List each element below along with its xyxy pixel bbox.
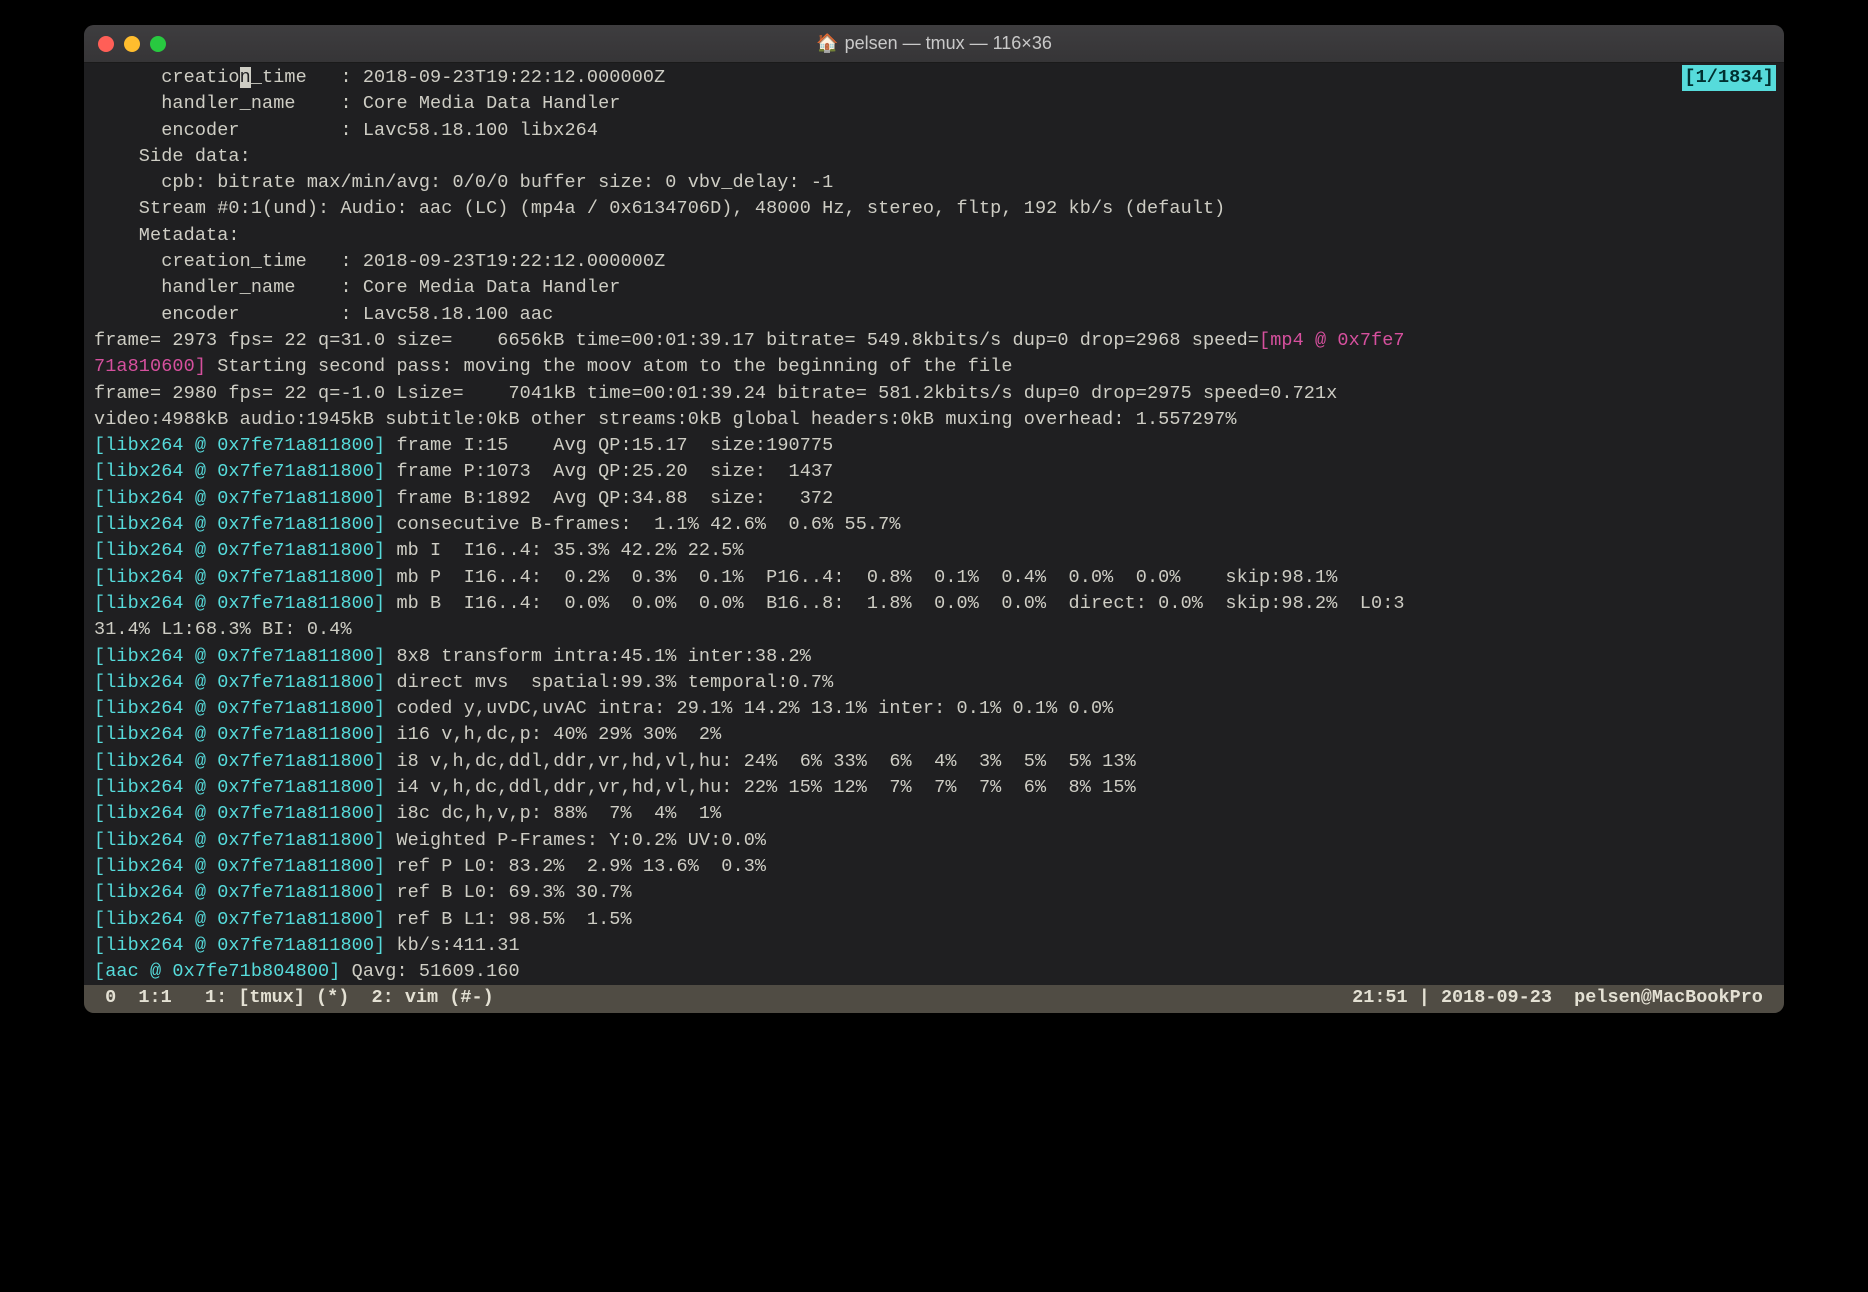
terminal-line: Side data: bbox=[84, 144, 1784, 170]
statusbar-right: 21:51 | 2018-09-23 pelsen@MacBookPro bbox=[1352, 985, 1774, 1011]
terminal-line: [libx264 @ 0x7fe71a811800] frame I:15 Av… bbox=[84, 433, 1784, 459]
window-controls bbox=[98, 36, 166, 52]
terminal-line: [libx264 @ 0x7fe71a811800] direct mvs sp… bbox=[84, 670, 1784, 696]
terminal-line: 31.4% L1:68.3% BI: 0.4% bbox=[84, 617, 1784, 643]
terminal-line: [libx264 @ 0x7fe71a811800] ref B L0: 69.… bbox=[84, 880, 1784, 906]
terminal-content[interactable]: [1/1834] creation_time : 2018-09-23T19:2… bbox=[84, 63, 1784, 985]
terminal-line: frame= 2980 fps= 22 q=-1.0 Lsize= 7041kB… bbox=[84, 381, 1784, 407]
terminal-line: [aac @ 0x7fe71b804800] Qavg: 51609.160 bbox=[84, 959, 1784, 985]
terminal-line: frame= 2973 fps= 22 q=31.0 size= 6656kB … bbox=[84, 328, 1784, 354]
statusbar-left: 0 1:1 1: [tmux] (*) 2: vim (#-) bbox=[94, 985, 1352, 1011]
close-icon[interactable] bbox=[98, 36, 114, 52]
titlebar: 🏠 pelsen — tmux — 116×36 bbox=[84, 25, 1784, 63]
maximize-icon[interactable] bbox=[150, 36, 166, 52]
terminal-line: [libx264 @ 0x7fe71a811800] i4 v,h,dc,ddl… bbox=[84, 775, 1784, 801]
terminal-line: [libx264 @ 0x7fe71a811800] i8c dc,h,v,p:… bbox=[84, 801, 1784, 827]
terminal-line: [libx264 @ 0x7fe71a811800] coded y,uvDC,… bbox=[84, 696, 1784, 722]
terminal-line: [libx264 @ 0x7fe71a811800] mb I I16..4: … bbox=[84, 538, 1784, 564]
terminal-line: [libx264 @ 0x7fe71a811800] kb/s:411.31 bbox=[84, 933, 1784, 959]
terminal-line: [libx264 @ 0x7fe71a811800] ref B L1: 98.… bbox=[84, 907, 1784, 933]
terminal-line: video:4988kB audio:1945kB subtitle:0kB o… bbox=[84, 407, 1784, 433]
tmux-statusbar: 0 1:1 1: [tmux] (*) 2: vim (#-) 21:51 | … bbox=[84, 985, 1784, 1012]
terminal-line: [libx264 @ 0x7fe71a811800] i8 v,h,dc,ddl… bbox=[84, 749, 1784, 775]
terminal-line: Metadata: bbox=[84, 223, 1784, 249]
terminal-line: [libx264 @ 0x7fe71a811800] frame P:1073 … bbox=[84, 459, 1784, 485]
terminal-line: Stream #0:1(und): Audio: aac (LC) (mp4a … bbox=[84, 196, 1784, 222]
terminal-line: [libx264 @ 0x7fe71a811800] i16 v,h,dc,p:… bbox=[84, 722, 1784, 748]
terminal-line: [libx264 @ 0x7fe71a811800] mb P I16..4: … bbox=[84, 565, 1784, 591]
window-title-text: pelsen — tmux — 116×36 bbox=[845, 33, 1052, 54]
terminal-line: [libx264 @ 0x7fe71a811800] frame B:1892 … bbox=[84, 486, 1784, 512]
terminal-line: creation_time : 2018-09-23T19:22:12.0000… bbox=[84, 65, 1784, 91]
terminal-line: [libx264 @ 0x7fe71a811800] mb B I16..4: … bbox=[84, 591, 1784, 617]
terminal-line: cpb: bitrate max/min/avg: 0/0/0 buffer s… bbox=[84, 170, 1784, 196]
terminal-line: [libx264 @ 0x7fe71a811800] consecutive B… bbox=[84, 512, 1784, 538]
minimize-icon[interactable] bbox=[124, 36, 140, 52]
terminal-line: handler_name : Core Media Data Handler bbox=[84, 275, 1784, 301]
terminal-line: creation_time : 2018-09-23T19:22:12.0000… bbox=[84, 249, 1784, 275]
terminal-line: [libx264 @ 0x7fe71a811800] 8x8 transform… bbox=[84, 644, 1784, 670]
home-icon: 🏠 bbox=[816, 33, 838, 54]
terminal-window: 🏠 pelsen — tmux — 116×36 [1/1834] creati… bbox=[84, 25, 1784, 1013]
terminal-line: encoder : Lavc58.18.100 libx264 bbox=[84, 118, 1784, 144]
terminal-line: [libx264 @ 0x7fe71a811800] ref P L0: 83.… bbox=[84, 854, 1784, 880]
window-title: 🏠 pelsen — tmux — 116×36 bbox=[84, 33, 1784, 54]
terminal-line: handler_name : Core Media Data Handler bbox=[84, 91, 1784, 117]
terminal-line: [libx264 @ 0x7fe71a811800] Weighted P-Fr… bbox=[84, 828, 1784, 854]
terminal-line: encoder : Lavc58.18.100 aac bbox=[84, 302, 1784, 328]
terminal-line: 71a810600] Starting second pass: moving … bbox=[84, 354, 1784, 380]
search-indicator: [1/1834] bbox=[1682, 65, 1776, 91]
